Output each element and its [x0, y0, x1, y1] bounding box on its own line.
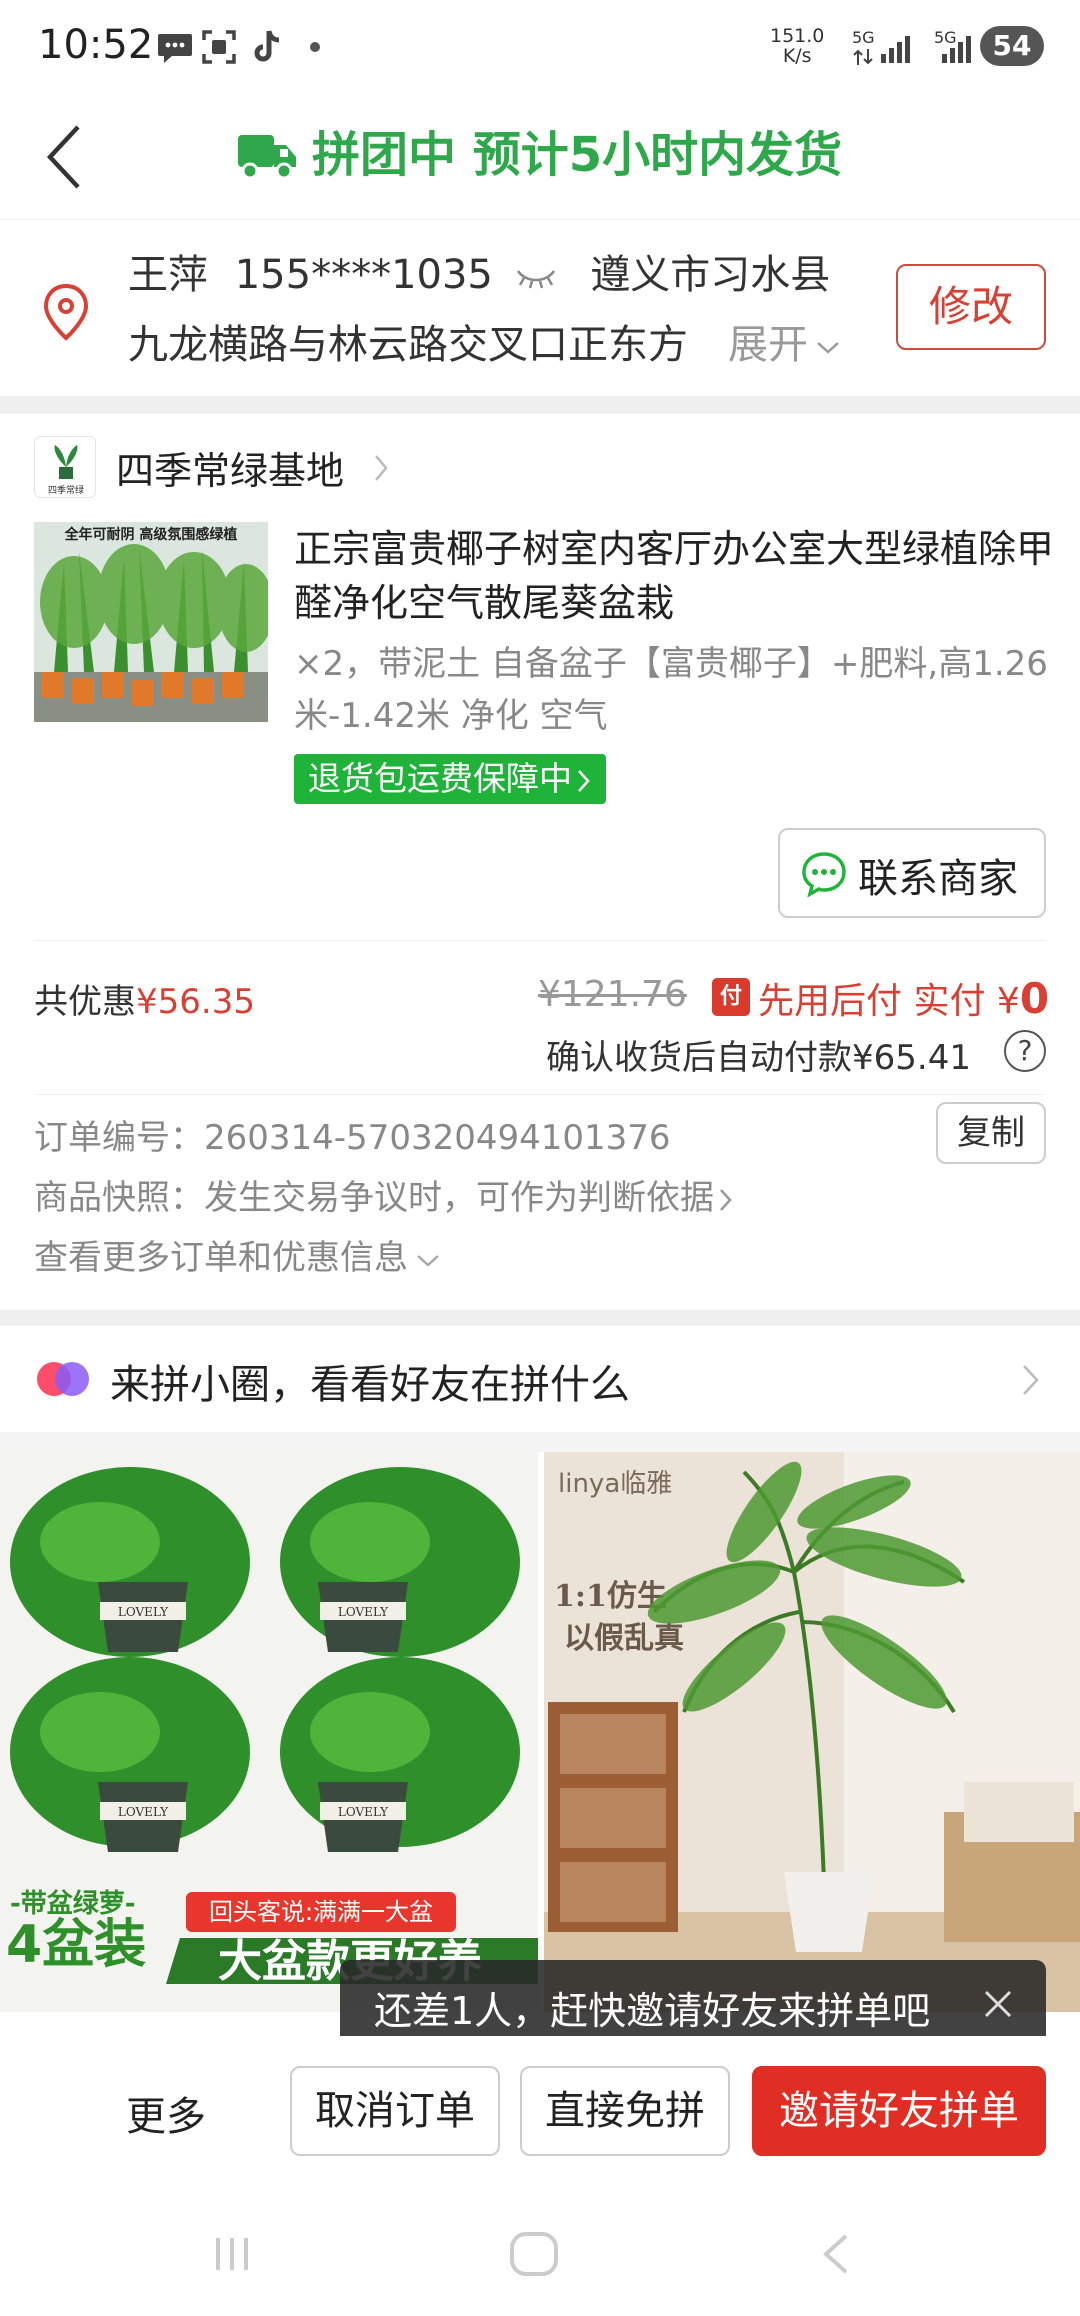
svg-text:LOVELY: LOVELY [338, 1605, 389, 1619]
store-logo[interactable]: 四季常绿 [34, 436, 96, 498]
order-number-value: 260314-570320494101376 [204, 1118, 671, 1158]
palm-plants-image [34, 522, 268, 722]
page-title: 拼团中 预计5小时内发货 [312, 127, 843, 183]
discount-value: ¥56.35 [136, 982, 255, 1022]
pothos-pots-image: LOVELY LOVELY LOVELY LOVELY -带盆绿萝- 4盆装 回… [0, 1452, 538, 2012]
back-arrow-icon[interactable] [40, 117, 100, 197]
svg-text:LOVELY: LOVELY [118, 1805, 169, 1819]
chevron-down-icon [417, 1254, 439, 1267]
header: 拼团中 预计5小时内发货 [0, 95, 1080, 220]
home-icon[interactable] [506, 2230, 562, 2278]
contact-merchant-label: 联系商家 [858, 856, 1018, 902]
order-card: 四季常绿 四季常绿基地 全年可耐阴 高级氛围感绿植 正宗富贵椰子树室内客厅办公室… [0, 414, 1080, 1310]
order-number-label: 订单编号： [34, 1118, 204, 1158]
product-spec: ×2，带泥土 自备盆子【富贵椰子】+肥料,高1.26米-1.42米 净化 空气 [294, 644, 1048, 736]
data-arrows-icon [853, 49, 873, 65]
product-image[interactable] [34, 522, 268, 722]
recipient-line: 王萍 155****1035 遵义市习水县 [128, 242, 830, 300]
section-gap [0, 1310, 1080, 1326]
recommended-product-artificial-palm[interactable]: linya临雅 1:1仿生 以假乱真 [544, 1452, 1080, 2012]
svg-text:以假乱真: 以假乱真 [564, 1621, 684, 1656]
recipient-phone: 155****1035 [234, 252, 493, 298]
more-order-info-toggle[interactable]: 查看更多订单和优惠信息 [34, 1230, 442, 1279]
pay-value: 0 [1019, 974, 1050, 1023]
auto-pay-note: 确认收货后自动付款¥65.41 [546, 1038, 971, 1078]
svg-text:回头客说:满满一大盆: 回头客说:满满一大盆 [209, 1898, 433, 1926]
svg-text:linya临雅: linya临雅 [558, 1469, 672, 1499]
tiktok-icon [254, 30, 280, 62]
recommended-product-pothos[interactable]: LOVELY LOVELY LOVELY LOVELY -带盆绿萝- 4盆装 回… [0, 1452, 538, 2012]
product-snapshot-link[interactable]: 商品快照：发生交易争议时，可作为判断依据 [34, 1170, 734, 1219]
order-number: 订单编号：260314-570320494101376 [34, 1110, 671, 1159]
chevron-right-icon [578, 769, 590, 792]
section-gap [0, 396, 1080, 414]
chevron-right-icon [720, 1188, 732, 1211]
direct-free-group-button[interactable]: 直接免拼 [520, 2066, 730, 2156]
svg-text:LOVELY: LOVELY [338, 1805, 389, 1819]
scan-icon [202, 30, 236, 64]
address-expand[interactable]: 展开 [688, 312, 842, 370]
address-section[interactable]: 王萍 155****1035 遵义市习水县 九龙横路与林云路交叉口正东方 展开 … [0, 220, 1080, 396]
signal-icon-2 [942, 36, 971, 63]
battery-indicator: 54 [980, 26, 1044, 66]
friends-circle-icon [37, 1362, 89, 1396]
discount-summary: 共优惠¥56.35 [34, 974, 255, 1023]
location-pin-icon [43, 283, 89, 341]
truck-icon [238, 135, 296, 180]
original-price: ¥121.76 [538, 974, 687, 1015]
divider [34, 1094, 1046, 1095]
message-icon [158, 34, 192, 63]
contact-merchant-button[interactable]: 联系商家 [778, 828, 1046, 918]
svg-text:4盆装: 4盆装 [6, 1915, 146, 1975]
status-time: 10:52 [38, 22, 154, 68]
friends-circle-row[interactable]: 来拼小圈，看看好友在拼什么 [0, 1326, 1080, 1432]
close-icon[interactable] [980, 1986, 1016, 2022]
recent-apps-icon[interactable] [208, 2230, 256, 2278]
pay-later-summary[interactable]: 先用后付 实付 ¥0 [758, 972, 1049, 1024]
chevron-right-icon [1023, 1365, 1039, 1395]
section-gap [0, 1432, 1080, 1452]
recipient-region: 遵义市习水县 [590, 252, 831, 298]
discount-label: 共优惠 [34, 982, 136, 1022]
invite-friends-button[interactable]: 邀请好友拼单 [752, 2066, 1046, 2156]
recipient-name: 王萍 [128, 252, 208, 298]
pay-later-icon: 付 [712, 978, 750, 1016]
signal-icon [881, 36, 910, 63]
chat-bubble-icon [802, 852, 846, 898]
product-title[interactable]: 正宗富贵椰子树室内客厅办公室大型绿植除甲醛净化空气散尾葵盆栽 [294, 522, 1054, 630]
return-shipping-badge[interactable]: 退货包运费保障中 [294, 754, 606, 804]
toast-text: 还差1人，赶快邀请好友来拼单吧 [374, 1989, 931, 2033]
eye-closed-icon[interactable] [514, 265, 558, 289]
more-info-label: 查看更多订单和优惠信息 [34, 1238, 408, 1278]
snapshot-label: 商品快照：发生交易争议时，可作为判断依据 [34, 1178, 714, 1218]
more-button[interactable]: 更多 [126, 2084, 206, 2142]
copy-button[interactable]: 复制 [936, 1102, 1046, 1164]
pay-later-label: 先用后付 实付 [758, 981, 986, 1022]
help-icon[interactable]: ? [1004, 1030, 1046, 1072]
expand-label: 展开 [728, 322, 808, 368]
artificial-palm-image: linya临雅 1:1仿生 以假乱真 [544, 1452, 1080, 2012]
edit-address-button[interactable]: 修改 [896, 264, 1046, 350]
back-nav-icon[interactable] [814, 2230, 862, 2278]
svg-text:四季常绿: 四季常绿 [48, 484, 84, 496]
svg-text:LOVELY: LOVELY [118, 1605, 169, 1619]
network-5g-label: 5G [852, 28, 875, 47]
cancel-order-button[interactable]: 取消订单 [290, 2066, 500, 2156]
badge-label: 退货包运费保障中 [308, 759, 572, 798]
network-speed: 151.0 K/s [770, 25, 825, 67]
status-bar: 10:52 151.0 K/s 5G 5G 54 [0, 0, 1080, 95]
store-name[interactable]: 四季常绿基地 [116, 440, 344, 495]
system-navigation-bar [0, 2186, 1080, 2316]
pay-currency: ¥ [996, 981, 1020, 1022]
store-chevron-icon [375, 455, 388, 481]
product-image-caption: 全年可耐阴 高级氛围感绿植 [64, 527, 238, 543]
divider [34, 940, 1046, 941]
friends-circle-text: 来拼小圈，看看好友在拼什么 [110, 1362, 630, 1408]
notification-dot [310, 42, 320, 52]
store-plant-logo-icon: 四季常绿 [48, 445, 84, 496]
chevron-down-icon [817, 342, 839, 354]
bottom-action-bar: 更多 取消订单 直接免拼 邀请好友拼单 [0, 2036, 1080, 2186]
